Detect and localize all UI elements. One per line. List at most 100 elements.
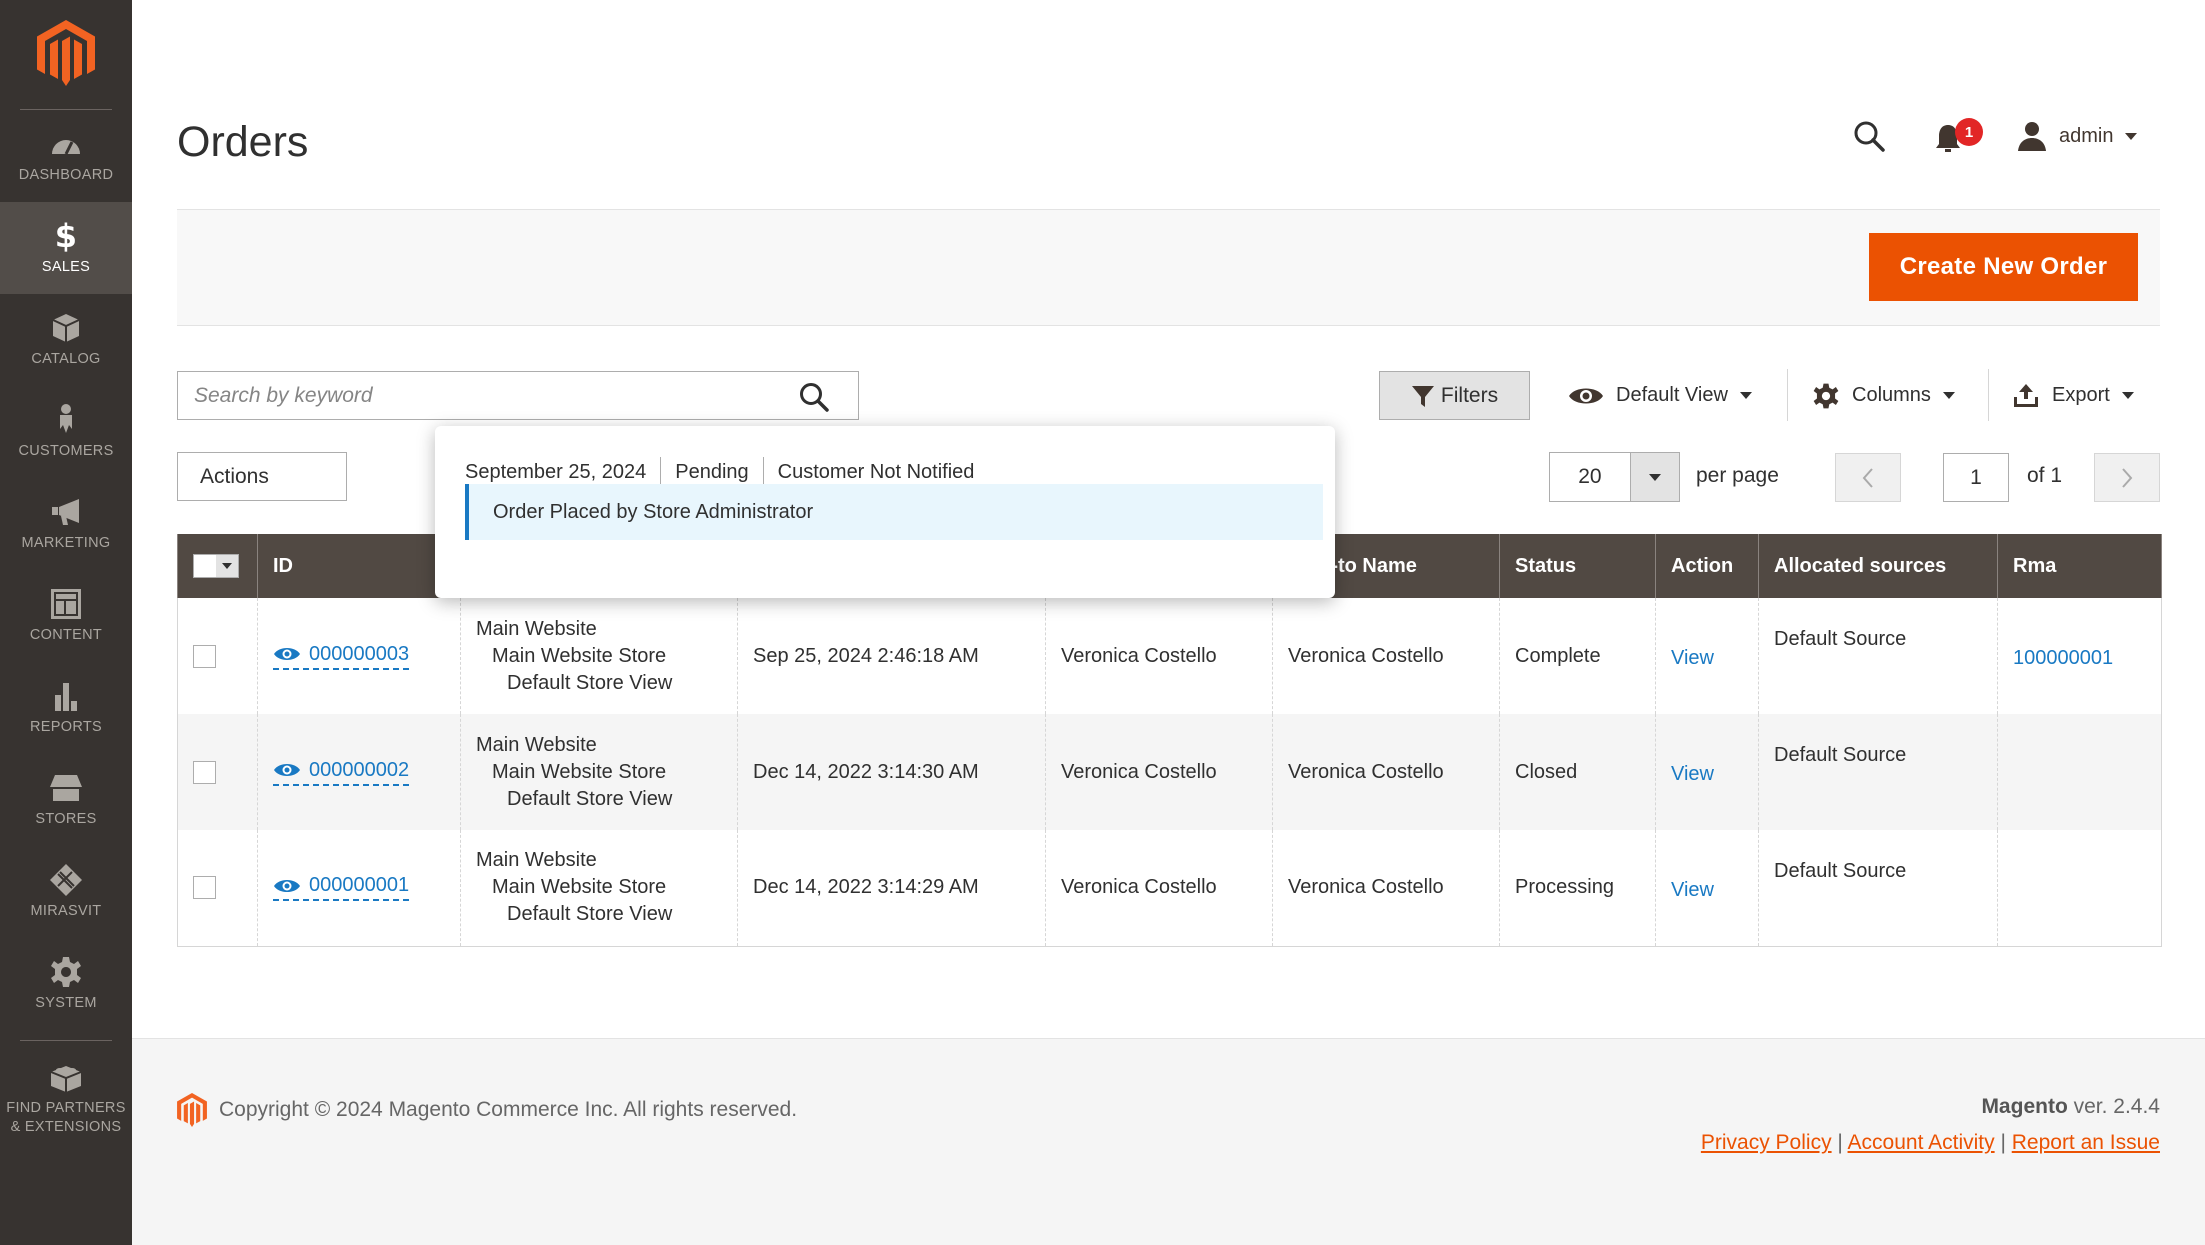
search-icon[interactable]	[1852, 119, 1888, 155]
sidebar-item-label: CUSTOMERS	[18, 443, 114, 459]
per-page-label: per page	[1696, 464, 1779, 487]
columns-label: Columns	[1852, 384, 1931, 406]
privacy-policy-link[interactable]: Privacy Policy	[1701, 1131, 1832, 1154]
ship-to-name-cell: Veronica Costello	[1272, 598, 1500, 714]
actions-label: Actions	[200, 464, 269, 488]
status-cell: Closed	[1499, 714, 1656, 830]
account-activity-link[interactable]: Account Activity	[1848, 1131, 1995, 1154]
row-checkbox[interactable]	[193, 644, 216, 668]
sidebar-item-mirasvit[interactable]: MIRASVIT	[0, 846, 132, 938]
bill-to-name-cell: Veronica Costello	[1045, 830, 1273, 947]
rma-cell: 100000001	[1997, 598, 2162, 714]
row-select-cell	[177, 830, 258, 947]
dollar-icon: $	[55, 219, 77, 253]
footer: Copyright © 2024 Magento Commerce Inc. A…	[132, 1038, 2205, 1245]
filters-button[interactable]: Filters	[1379, 371, 1530, 420]
eye-icon	[274, 764, 300, 776]
order-id-link[interactable]: 000000003	[273, 643, 410, 670]
mass-select-dropdown[interactable]	[216, 555, 238, 577]
purchase-date-cell: Dec 14, 2022 3:14:30 AM	[737, 714, 1046, 830]
sidebar-item-label: CATALOG	[31, 351, 101, 367]
export-icon	[2014, 383, 2038, 407]
order-id-link[interactable]: 000000002	[273, 759, 410, 786]
sidebar-divider	[20, 1040, 112, 1041]
bill-to-name-cell: Veronica Costello	[1045, 714, 1273, 830]
sidebar-item-marketing[interactable]: MARKETING	[0, 478, 132, 570]
keyword-search	[177, 371, 859, 420]
toolbar-divider	[1988, 369, 1989, 421]
columns-dropdown[interactable]: Columns	[1812, 371, 1955, 420]
page-actions-bar: Create New Order	[177, 209, 2160, 326]
admin-username: admin	[2059, 124, 2114, 147]
sidebar-item-label: FIND PARTNERS & EXTENSIONS	[6, 1099, 126, 1135]
default-view-label: Default View	[1616, 384, 1728, 406]
bar-chart-icon	[55, 683, 77, 711]
sidebar-item-stores[interactable]: STORES	[0, 754, 132, 846]
order-id-link[interactable]: 000000001	[273, 874, 410, 902]
view-order-link[interactable]: View	[1671, 763, 1714, 786]
user-icon	[2018, 122, 2046, 151]
mass-select-box[interactable]	[194, 555, 216, 577]
mirasvit-icon	[50, 864, 82, 896]
eye-icon	[274, 879, 300, 892]
mass-select-header	[177, 534, 258, 598]
mass-select-checkbox[interactable]	[193, 554, 239, 578]
comment-meta: September 25, 2024 Pending Customer Not …	[465, 457, 988, 487]
chevron-down-icon	[2125, 132, 2138, 140]
view-order-link[interactable]: View	[1671, 647, 1714, 670]
per-page-dropdown-button[interactable]	[1629, 453, 1679, 501]
table-row: 000000003 Main Website Main Website Store…	[177, 598, 2162, 714]
sidebar-item-sales[interactable]: $ SALES	[0, 202, 132, 294]
notification-badge[interactable]: 1	[1955, 118, 1983, 146]
create-new-order-button[interactable]: Create New Order	[1869, 233, 2138, 301]
column-header-allocated-sources[interactable]: Allocated sources	[1758, 534, 1998, 598]
export-dropdown[interactable]: Export	[2012, 371, 2134, 420]
copyright: Copyright © 2024 Magento Commerce Inc. A…	[177, 1093, 797, 1127]
sidebar-item-system[interactable]: SYSTEM	[0, 938, 132, 1030]
column-header-action: Action	[1655, 534, 1759, 598]
report-issue-link[interactable]: Report an Issue	[2012, 1131, 2160, 1154]
order-id-cell: 000000002	[257, 714, 461, 830]
per-page-select[interactable]: 20	[1549, 452, 1680, 502]
previous-page-button[interactable]	[1835, 453, 1901, 502]
view-order-link[interactable]: View	[1671, 879, 1714, 902]
search-input[interactable]	[178, 372, 778, 419]
sidebar-item-catalog[interactable]: CATALOG	[0, 294, 132, 386]
purchase-point-cell: Main Website Main Website Store Default St…	[460, 830, 738, 947]
sidebar-item-label: SALES	[41, 259, 91, 275]
search-submit-icon[interactable]	[798, 381, 830, 413]
version-info: Magento ver. 2.4.4	[1981, 1095, 2160, 1118]
sidebar-item-label: REPORTS	[30, 719, 102, 735]
column-header-id[interactable]: ID	[257, 534, 461, 598]
page-number-input[interactable]	[1943, 453, 2009, 502]
next-page-button[interactable]	[2094, 453, 2160, 502]
status-cell: Complete	[1499, 598, 1656, 714]
magento-logo-icon[interactable]	[37, 20, 95, 86]
sidebar-item-dashboard[interactable]: DASHBOARD	[0, 110, 132, 202]
filters-label: Filters	[1440, 383, 1499, 407]
table-row: 000000002 Main Website Main Website Store…	[177, 714, 2162, 830]
sidebar-item-customers[interactable]: CUSTOMERS	[0, 386, 132, 478]
sidebar-item-content[interactable]: CONTENT	[0, 570, 132, 662]
sidebar-item-reports[interactable]: REPORTS	[0, 662, 132, 754]
eye-icon	[1569, 388, 1603, 403]
allocated-sources-cell: Default Source	[1758, 714, 1998, 830]
row-checkbox[interactable]	[193, 876, 216, 900]
mass-actions-dropdown[interactable]: Actions	[177, 452, 347, 501]
per-page-value[interactable]: 20	[1550, 453, 1630, 501]
admin-user-menu[interactable]: admin	[2017, 118, 2138, 154]
column-header-rma[interactable]: Rma	[1997, 534, 2162, 598]
dashboard-icon	[52, 140, 80, 155]
lego-brick-icon	[50, 1065, 82, 1092]
column-header-status[interactable]: Status	[1499, 534, 1656, 598]
chevron-down-icon	[1648, 473, 1661, 481]
sidebar-item-label: CONTENT	[29, 627, 103, 643]
rma-link[interactable]: 100000001	[2013, 647, 2113, 670]
person-icon	[60, 404, 72, 433]
default-view-dropdown[interactable]: Default View	[1568, 371, 1752, 420]
purchase-date-cell: Sep 25, 2024 2:46:18 AM	[737, 598, 1046, 714]
sidebar-item-find-partners[interactable]: FIND PARTNERS & EXTENSIONS	[0, 1048, 132, 1148]
row-checkbox[interactable]	[193, 760, 216, 784]
row-select-cell	[177, 598, 258, 714]
order-id-cell: 000000001	[257, 830, 461, 947]
